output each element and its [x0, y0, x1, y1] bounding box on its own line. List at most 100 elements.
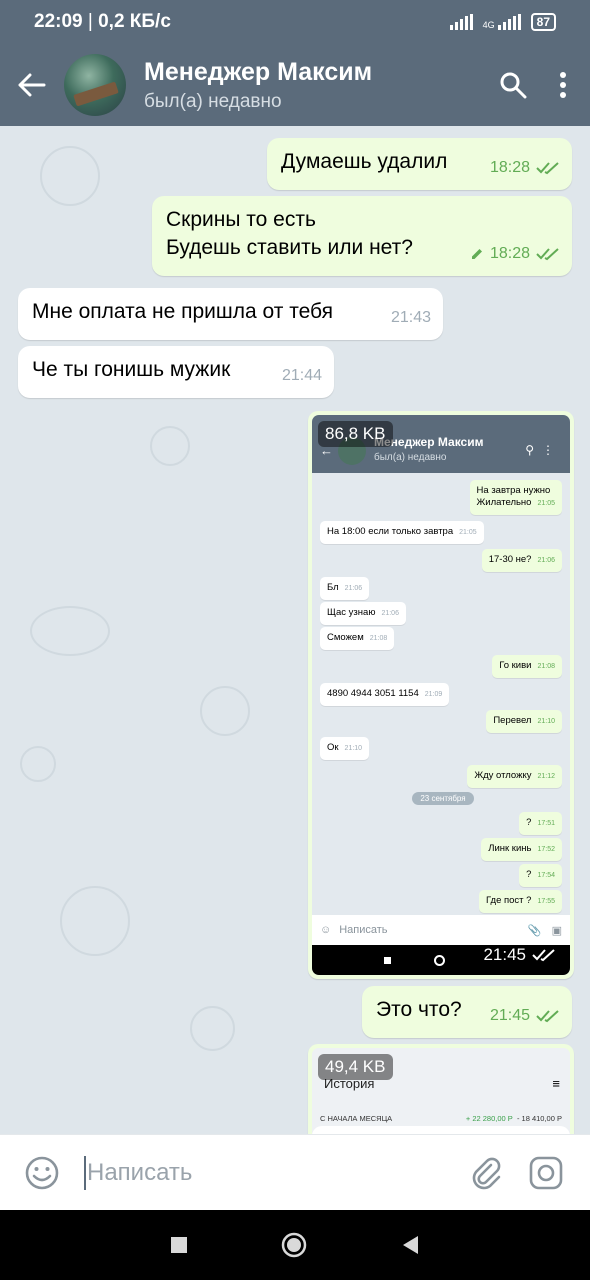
screenshot-message: Линк кинь 17:52 — [481, 838, 562, 861]
more-vertical-icon — [560, 72, 566, 98]
background-doodle — [200, 686, 250, 736]
background-doodle — [60, 886, 130, 956]
file-size-badge: 86,8 KB — [318, 421, 393, 447]
nav-recents-button[interactable] — [170, 1236, 188, 1254]
message-text-field[interactable] — [84, 1135, 456, 1211]
message-meta: 18:28 — [490, 154, 560, 182]
screenshot-message: ? 17:51 — [519, 812, 562, 835]
screenshot-input-placeholder: Написать — [339, 924, 388, 936]
screenshot-bottom-sheet — [312, 1126, 570, 1134]
message-meta: 21:44 — [282, 362, 322, 390]
system-nav-bar — [0, 1210, 590, 1280]
message-time: 18:28 — [489, 245, 530, 262]
screenshot-input-bar: ☺ Написать 📎 ▣ — [312, 915, 570, 945]
message-outgoing[interactable]: Думаешь удалил 18:28 — [267, 138, 572, 190]
file-size-badge: 49,4 KB — [318, 1054, 393, 1080]
chat-name: Менеджер Максим — [144, 58, 373, 86]
screenshot-message: Где пост ? 17:55 — [479, 890, 562, 913]
chat-area[interactable]: Думаешь удалил 18:28 Скрины то есть Буде… — [0, 126, 590, 1134]
message-meta: 21:43 — [391, 304, 431, 332]
screenshot-message: 4890 4944 3051 1154 21:09 — [320, 683, 450, 706]
battery-icon: 87 — [530, 13, 556, 31]
emoji-icon — [25, 1156, 59, 1189]
nav-square-icon — [171, 1237, 187, 1253]
screenshot-message: На 18:00 если только завтра 21:05 — [320, 521, 484, 544]
signal-2-icon — [497, 14, 521, 30]
message-time: 21:44 — [281, 367, 322, 384]
message-time: 21:43 — [390, 309, 431, 326]
screenshot-camera-icon: ▣ — [551, 924, 562, 937]
message-time: 21:45 — [483, 945, 526, 964]
double-check-icon — [536, 1010, 559, 1023]
screenshot-message: 17-30 не? 21:06 — [481, 549, 562, 572]
avatar[interactable] — [64, 54, 126, 116]
message-input[interactable] — [86, 1158, 456, 1187]
status-speed: 0,2 КБ/с — [98, 11, 171, 32]
more-button[interactable] — [538, 44, 588, 126]
message-input-bar — [0, 1134, 590, 1210]
screenshot-history-row: С НАЧАЛА МЕСЯЦА + 22 280,00 Р - 18 410,0… — [320, 1114, 562, 1123]
screenshot-message: Жду отложку 21:12 — [467, 765, 562, 788]
nav-circle-icon — [281, 1232, 307, 1258]
background-doodle — [30, 606, 110, 656]
signal-icon — [449, 14, 473, 30]
status-separator: | — [82, 11, 99, 32]
search-button[interactable] — [488, 44, 538, 126]
status-time: 22:09 — [34, 11, 83, 32]
double-check-icon — [536, 248, 559, 261]
message-time: 21:45 — [489, 1007, 530, 1024]
status-bar: 22:09 | 0,2 КБ/с 4G 87 — [0, 0, 590, 44]
message-incoming[interactable]: Мне оплата не пришла от тебя 21:43 — [18, 288, 443, 340]
screenshot-chat-status: был(а) недавно — [374, 452, 447, 463]
message-text-line: Скрины то есть — [166, 208, 316, 231]
message-text: Че ты гонишь мужик — [32, 358, 231, 381]
screenshot-image[interactable]: 49,4 KB История ≡ С НАЧАЛА МЕСЯЦА + 22 2… — [312, 1048, 570, 1134]
screenshot-attach-icon: 📎 — [527, 924, 542, 937]
attach-button[interactable] — [456, 1135, 516, 1211]
search-icon — [500, 72, 527, 99]
camera-button[interactable] — [516, 1135, 576, 1211]
background-doodle — [40, 146, 100, 206]
message-media[interactable]: 86,8 KB ← Менеджер Максим был(а) недавно… — [308, 411, 574, 979]
nav-home-button[interactable] — [280, 1231, 308, 1259]
chat-title-block[interactable]: Менеджер Максим был(а) недавно — [144, 57, 488, 113]
attach-icon — [472, 1157, 501, 1189]
edit-pencil-icon — [471, 249, 482, 259]
screenshot-emoji-icon: ☺ — [320, 924, 332, 936]
network-4g-indicator: 4G — [483, 14, 521, 30]
screenshot-message: Ок 21:10 — [320, 737, 370, 760]
back-button[interactable] — [0, 44, 64, 126]
background-doodle — [20, 746, 56, 782]
back-arrow-icon — [18, 73, 46, 97]
network-tag: 4G — [482, 20, 495, 30]
screenshot-header-icons: ⚲⋮ — [525, 443, 562, 457]
message-media[interactable]: 49,4 KB История ≡ С НАЧАЛА МЕСЯЦА + 22 2… — [308, 1044, 574, 1134]
background-doodle — [150, 426, 190, 466]
chat-header: Менеджер Максим был(а) недавно — [0, 44, 590, 126]
double-check-icon — [536, 162, 559, 175]
message-outgoing[interactable]: Это что? 21:45 — [362, 986, 572, 1038]
screenshot-message: ? 17:54 — [519, 864, 562, 887]
message-outgoing[interactable]: Скрины то есть Будешь ставить или нет? 1… — [152, 196, 572, 276]
nav-back-button[interactable] — [400, 1234, 420, 1256]
double-check-icon — [532, 949, 555, 962]
screenshot-message: Перевел 21:10 — [486, 710, 562, 733]
screenshot-image[interactable]: 86,8 KB ← Менеджер Максим был(а) недавно… — [312, 415, 570, 975]
nav-back-icon — [403, 1236, 418, 1254]
message-meta: 18:28 — [470, 240, 560, 268]
background-doodle — [190, 1006, 235, 1051]
emoji-button[interactable] — [0, 1135, 84, 1211]
message-text: Это что? — [376, 998, 462, 1021]
message-text: Думаешь удалил — [281, 150, 448, 173]
message-meta: 21:45 — [490, 1002, 560, 1030]
camera-icon — [529, 1156, 563, 1189]
text-cursor — [84, 1155, 86, 1190]
message-text: Мне оплата не пришла от тебя — [32, 300, 333, 323]
screenshot-date-separator: 23 сентября — [412, 792, 474, 805]
media-meta: 21:45 — [483, 945, 556, 965]
message-incoming[interactable]: Че ты гонишь мужик 21:44 — [18, 346, 334, 398]
screenshot-message: Щас узнаю 21:06 — [320, 602, 406, 625]
screenshot-filter-icon: ≡ — [552, 1076, 560, 1091]
chat-status: был(а) недавно — [144, 91, 282, 112]
screenshot-nav-circle-icon — [434, 955, 445, 966]
